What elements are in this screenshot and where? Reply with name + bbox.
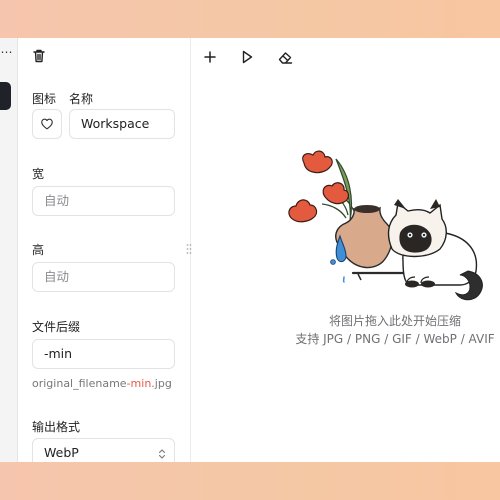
name-label: 名称 bbox=[69, 92, 94, 106]
plus-icon[interactable] bbox=[201, 48, 219, 66]
eraser-icon[interactable] bbox=[276, 48, 294, 66]
dropzone-hint: 将图片拖入此处开始压缩 bbox=[328, 314, 461, 328]
more-icon[interactable]: ⋯ bbox=[0, 46, 13, 58]
height-input[interactable]: 自动 bbox=[32, 262, 175, 292]
icon-label: 图标 bbox=[32, 92, 57, 106]
dropzone-formats: 支持 JPG / PNG / GIF / WebP / AVIF bbox=[295, 332, 495, 346]
app-window: ⋯ 图标 名称 Workspace 宽 自动 高 自动 文件后缀 -min or… bbox=[0, 38, 500, 462]
filename-preview: original_filename-min.jpg bbox=[32, 377, 172, 390]
width-label: 宽 bbox=[32, 167, 45, 181]
width-input[interactable]: 自动 bbox=[32, 186, 175, 216]
trash-icon[interactable] bbox=[31, 48, 47, 64]
icon-picker-button[interactable] bbox=[32, 109, 62, 139]
suffix-label: 文件后缀 bbox=[32, 320, 81, 334]
settings-panel: 图标 名称 Workspace 宽 自动 高 自动 文件后缀 -min orig… bbox=[18, 38, 191, 462]
cat-and-vase-illustration bbox=[288, 150, 483, 301]
height-label: 高 bbox=[32, 243, 45, 257]
filename-prefix: original_filename bbox=[32, 377, 127, 390]
filename-ext: .jpg bbox=[151, 377, 172, 390]
format-label: 输出格式 bbox=[32, 420, 81, 434]
format-select[interactable]: WebP bbox=[32, 438, 175, 462]
suffix-input[interactable]: -min bbox=[32, 339, 175, 369]
format-value: WebP bbox=[44, 445, 79, 460]
resize-handle-icon[interactable] bbox=[186, 243, 192, 255]
chevron-updown-icon bbox=[158, 449, 166, 459]
left-rail: ⋯ bbox=[0, 38, 18, 462]
rail-active-item[interactable] bbox=[0, 82, 11, 110]
play-icon[interactable] bbox=[238, 48, 256, 66]
name-input[interactable]: Workspace bbox=[69, 109, 175, 139]
filename-suffix: -min bbox=[126, 377, 152, 390]
heart-icon bbox=[41, 118, 53, 130]
